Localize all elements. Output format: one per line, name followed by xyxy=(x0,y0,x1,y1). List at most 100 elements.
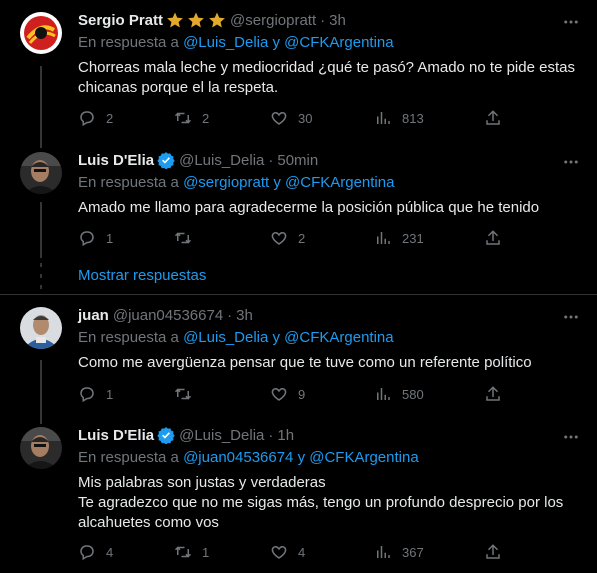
reply-icon xyxy=(80,111,94,127)
share-button[interactable] xyxy=(484,385,502,403)
tweet[interactable]: Luis D'Elia @Luis_Delia · 50min En respu… xyxy=(0,145,597,257)
tweet-actions: 1 2 231 xyxy=(78,228,508,248)
timestamp[interactable]: 1h xyxy=(277,427,294,444)
verified-badge-icon xyxy=(157,426,175,444)
timestamp[interactable]: 50min xyxy=(277,152,318,169)
reply-button[interactable]: 1 xyxy=(78,229,113,247)
views-button[interactable]: 813 xyxy=(374,109,424,127)
reply-count: 4 xyxy=(106,544,114,560)
views-icon xyxy=(377,232,390,244)
reply-to-link[interactable]: @juan04536674 y @CFKArgentina xyxy=(183,449,419,466)
like-count: 30 xyxy=(298,110,313,126)
show-replies-link[interactable]: Mostrar respuestas xyxy=(78,266,206,286)
more-options-icon[interactable] xyxy=(561,427,581,447)
star-icon xyxy=(208,11,226,29)
author-handle[interactable]: @juan04536674 xyxy=(113,307,223,324)
separator: · xyxy=(268,426,274,444)
share-button[interactable] xyxy=(484,543,502,561)
like-count: 2 xyxy=(298,230,306,246)
tweet-text: Chorreas mala leche y mediocridad ¿qué t… xyxy=(78,59,575,96)
retweet-icon xyxy=(174,112,192,124)
author-name[interactable]: Sergio Pratt xyxy=(78,12,163,29)
retweet-button[interactable] xyxy=(174,385,202,403)
reply-button[interactable]: 2 xyxy=(78,109,113,127)
author-name[interactable]: juan xyxy=(78,307,109,324)
more-options-icon[interactable] xyxy=(561,152,581,172)
share-icon xyxy=(486,544,500,559)
retweet-button[interactable]: 2 xyxy=(174,109,209,127)
retweet-button[interactable]: 1 xyxy=(174,543,209,561)
avatar[interactable] xyxy=(20,307,62,349)
share-icon xyxy=(486,386,500,401)
reply-icon xyxy=(80,387,94,403)
retweet-count: 1 xyxy=(202,544,210,560)
reply-count: 1 xyxy=(106,230,114,246)
avatar[interactable] xyxy=(20,12,62,54)
tweet-text: Amado me llamo para agradecerme la posic… xyxy=(78,199,540,216)
like-button[interactable]: 9 xyxy=(270,385,305,403)
tweet-actions: 4 1 4 367 xyxy=(78,542,508,562)
tweet-text: Como me avergüenza pensar que te tuve co… xyxy=(78,354,532,371)
retweet-icon xyxy=(174,232,192,244)
views-icon xyxy=(377,112,390,124)
like-count: 9 xyxy=(298,386,306,402)
share-icon xyxy=(486,230,500,245)
views-icon xyxy=(377,388,390,400)
tweet-text-line: Te agradezco que no me sigas más, tengo … xyxy=(78,494,564,531)
tweet[interactable]: Luis D'Elia @Luis_Delia · 1h En respuest… xyxy=(0,413,597,573)
reply-context: En respuesta a @juan04536674 y @CFKArgen… xyxy=(78,448,581,468)
author-name[interactable]: Luis D'Elia xyxy=(78,152,154,169)
like-button[interactable]: 2 xyxy=(270,229,305,247)
like-button[interactable]: 30 xyxy=(270,109,312,127)
reply-count: 1 xyxy=(106,386,114,402)
timestamp[interactable]: 3h xyxy=(329,12,346,29)
author-name[interactable]: Luis D'Elia xyxy=(78,427,154,444)
heart-icon xyxy=(271,231,287,245)
author-handle[interactable]: @sergiopratt xyxy=(230,12,316,29)
more-options-icon[interactable] xyxy=(561,307,581,327)
separator: · xyxy=(268,151,274,169)
tweet-actions: 2 2 30 813 xyxy=(78,108,508,128)
separator: · xyxy=(227,306,233,324)
share-button[interactable] xyxy=(484,109,502,127)
reply-context: En respuesta a @Luis_Delia y @CFKArgenti… xyxy=(78,33,581,53)
more-options-icon[interactable] xyxy=(561,12,581,32)
avatar[interactable] xyxy=(20,427,62,469)
reply-button[interactable]: 4 xyxy=(78,543,113,561)
verified-badge-icon xyxy=(157,151,175,169)
retweet-icon xyxy=(174,388,192,400)
star-icon xyxy=(187,11,205,29)
share-button[interactable] xyxy=(484,229,502,247)
thread-dotted-connector xyxy=(40,263,42,289)
share-icon xyxy=(486,110,500,125)
author-handle[interactable]: @Luis_Delia xyxy=(179,427,264,444)
views-button[interactable]: 231 xyxy=(374,229,424,247)
views-button[interactable]: 580 xyxy=(374,385,424,403)
reply-prefix: En respuesta a xyxy=(78,174,179,191)
like-button[interactable]: 4 xyxy=(270,543,305,561)
retweet-icon xyxy=(174,546,192,558)
author-handle[interactable]: @Luis_Delia xyxy=(179,152,264,169)
views-count: 367 xyxy=(402,544,424,560)
views-icon xyxy=(377,546,390,558)
tweet[interactable]: Sergio Pratt @sergiopratt · 3h En respue… xyxy=(0,0,597,145)
reply-context: En respuesta a @sergiopratt y @CFKArgent… xyxy=(78,173,581,193)
reply-to-link[interactable]: @Luis_Delia y @CFKArgentina xyxy=(183,34,394,51)
reply-context: En respuesta a @Luis_Delia y @CFKArgenti… xyxy=(78,328,581,348)
tweet-actions: 1 9 580 xyxy=(78,384,508,404)
heart-icon xyxy=(271,387,287,401)
reply-icon xyxy=(80,231,94,247)
reply-icon xyxy=(80,545,94,561)
reply-button[interactable]: 1 xyxy=(78,385,113,403)
views-button[interactable]: 367 xyxy=(374,543,424,561)
avatar[interactable] xyxy=(20,152,62,194)
retweet-count: 2 xyxy=(202,110,210,126)
reply-count: 2 xyxy=(106,110,114,126)
reply-to-link[interactable]: @sergiopratt y @CFKArgentina xyxy=(183,174,394,191)
retweet-button[interactable] xyxy=(174,229,202,247)
tweet[interactable]: juan @juan04536674 · 3h En respuesta a @… xyxy=(0,295,597,413)
heart-icon xyxy=(271,545,287,559)
star-icon xyxy=(166,11,184,29)
reply-to-link[interactable]: @Luis_Delia y @CFKArgentina xyxy=(183,329,394,346)
timestamp[interactable]: 3h xyxy=(236,307,253,324)
